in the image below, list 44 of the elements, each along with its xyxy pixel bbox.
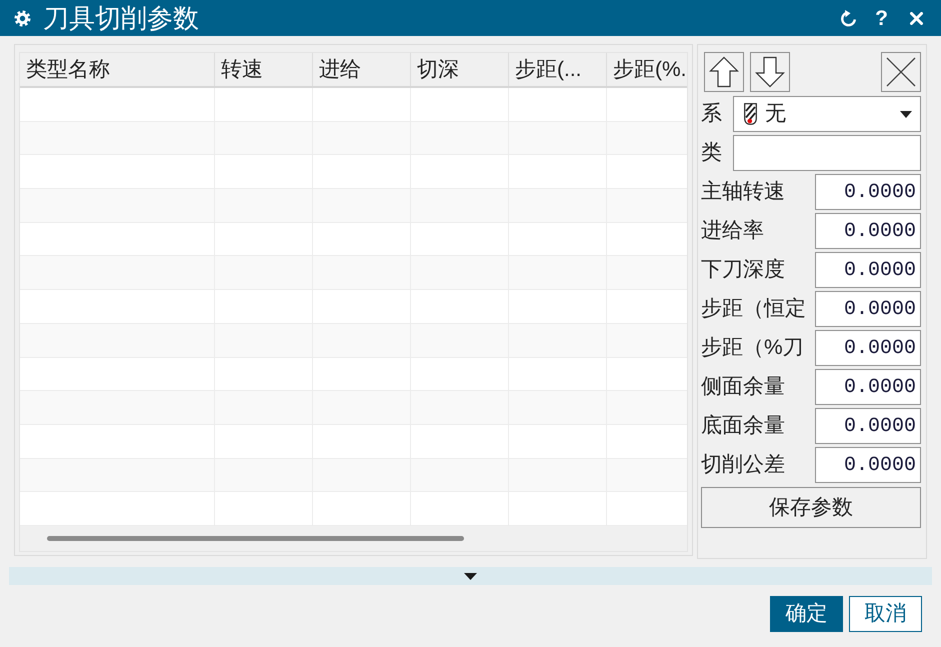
field-label: 切削公差 <box>701 452 786 478</box>
scrollbar-thumb[interactable] <box>47 536 464 541</box>
close-icon <box>886 57 916 87</box>
close-icon[interactable] <box>910 12 923 24</box>
number-field[interactable]: 0.0000 <box>815 369 921 405</box>
field-label: 步距（%刀 <box>701 335 805 361</box>
confirm-button[interactable]: 确定 <box>770 596 843 632</box>
column-header[interactable]: 步距(... <box>509 53 607 86</box>
field-label: 步距（恒定 <box>701 296 807 322</box>
text-field[interactable] <box>733 135 921 171</box>
save-button[interactable]: 保存参数 <box>701 487 921 528</box>
number-field[interactable]: 0.0000 <box>815 330 921 366</box>
column-header[interactable]: 类型名称 <box>20 53 215 86</box>
help-button[interactable]: ? <box>875 8 888 28</box>
refresh-icon[interactable] <box>840 10 858 26</box>
field-label: 进给率 <box>701 218 765 244</box>
field-label: 系 <box>701 101 723 127</box>
column-header[interactable]: 切深 <box>411 53 509 86</box>
number-field[interactable]: 0.0000 <box>815 174 921 210</box>
field-label: 下刀深度 <box>701 257 786 283</box>
caret-icon <box>900 110 912 118</box>
window-title: 刀具切削参数 <box>43 5 199 31</box>
gear-icon <box>14 10 31 26</box>
delete-button[interactable] <box>881 52 921 92</box>
field-label: 主轴转速 <box>701 179 786 205</box>
field-label: 底面余量 <box>701 413 786 439</box>
number-field[interactable]: 0.0000 <box>815 213 921 249</box>
column-header[interactable]: 转速 <box>215 53 313 86</box>
cutter-icon <box>744 103 757 125</box>
caret-icon <box>464 572 477 580</box>
up-arrow-icon <box>709 56 739 88</box>
column-header[interactable]: 进给 <box>313 53 411 86</box>
number-field[interactable]: 0.0000 <box>815 408 921 444</box>
number-field[interactable]: 0.0000 <box>815 291 921 327</box>
move-down-button[interactable] <box>750 52 790 92</box>
cancel-button[interactable]: 取消 <box>849 596 922 632</box>
field-label: 侧面余量 <box>701 374 786 400</box>
number-field[interactable]: 0.0000 <box>815 252 921 288</box>
number-field[interactable]: 0.0000 <box>815 447 921 483</box>
move-up-button[interactable] <box>704 52 744 92</box>
dropdown[interactable]: 无 <box>733 96 921 132</box>
down-arrow-icon <box>755 56 785 88</box>
column-header[interactable]: 步距(%. <box>607 53 687 86</box>
field-label: 类 <box>701 140 723 166</box>
